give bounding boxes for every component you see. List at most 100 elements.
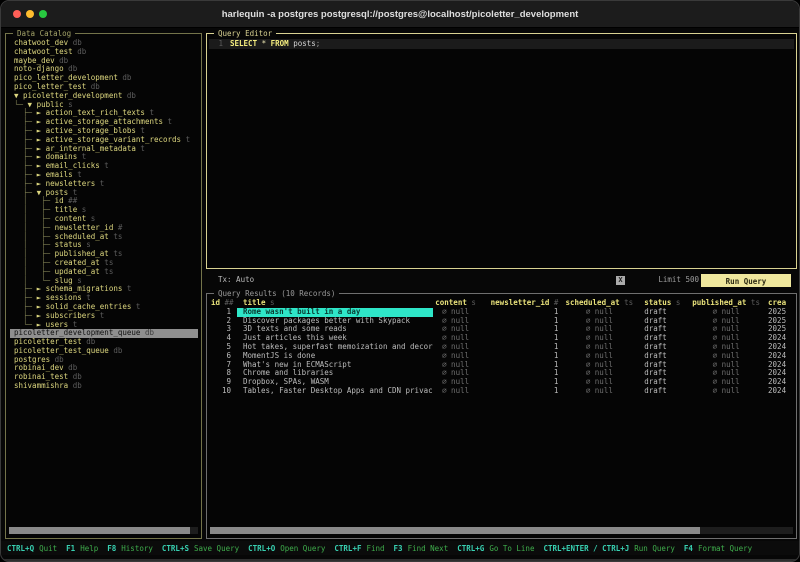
cell[interactable]: ∅ null [564, 308, 640, 317]
results-hscrollbar[interactable] [210, 527, 793, 534]
catalog-hscrollbar-thumb[interactable] [9, 527, 190, 534]
cell[interactable]: draft [640, 343, 690, 352]
cell[interactable]: ∅ null [433, 369, 485, 378]
cell[interactable]: ∅ null [433, 387, 485, 396]
cell[interactable]: 2024 [768, 387, 792, 396]
shortcut-help[interactable]: F1Help [66, 544, 98, 553]
shortcut-format-query[interactable]: F4Format Query [684, 544, 752, 553]
cell[interactable]: 1 [485, 343, 565, 352]
cell[interactable]: 9 [211, 378, 237, 387]
cell[interactable]: 2025 [768, 317, 792, 326]
cell[interactable]: ∅ null [690, 325, 768, 334]
cell[interactable]: MomentJS is done [237, 352, 433, 361]
results-row-4[interactable]: 4Just articles this week∅ null1∅ nulldra… [211, 334, 792, 343]
cell[interactable]: draft [640, 361, 690, 370]
cell[interactable]: Dropbox, SPAs, WASM [237, 378, 433, 387]
chevron-collapsed-icon[interactable]: ► [37, 152, 46, 161]
cell[interactable]: Hot takes, superfast memoization and dec… [237, 343, 433, 352]
cell[interactable]: Tables, Faster Desktop Apps and CDN priv… [237, 387, 433, 396]
shortcut-find-next[interactable]: F3Find Next [394, 544, 449, 553]
cell[interactable]: 1 [485, 369, 565, 378]
column-header-title[interactable]: title s [237, 299, 433, 308]
chevron-collapsed-icon[interactable]: ► [37, 179, 46, 188]
cell[interactable]: Rome wasn't built in a day [237, 308, 433, 317]
minimize-button[interactable] [26, 10, 34, 18]
cell[interactable]: 1 [485, 317, 565, 326]
column-header-content[interactable]: content s [433, 299, 485, 308]
cell[interactable]: 8 [211, 369, 237, 378]
cell[interactable]: 4 [211, 334, 237, 343]
chevron-collapsed-icon[interactable]: ► [37, 126, 46, 135]
run-query-button[interactable]: Run Query [701, 274, 791, 287]
cell[interactable]: 2025 [768, 325, 792, 334]
cell[interactable]: draft [640, 352, 690, 361]
cell[interactable]: 1 [485, 387, 565, 396]
cell[interactable]: ∅ null [564, 352, 640, 361]
cell[interactable]: ∅ null [564, 361, 640, 370]
cell[interactable]: ∅ null [564, 378, 640, 387]
chevron-collapsed-icon[interactable]: ► [37, 284, 46, 293]
chevron-collapsed-icon[interactable]: ► [37, 117, 46, 126]
shortcut-save-query[interactable]: CTRL+SSave Query [162, 544, 239, 553]
column-header-status[interactable]: status s [640, 299, 690, 308]
column-header-scheduled_at[interactable]: scheduled_at ts [564, 299, 640, 308]
cell[interactable]: ∅ null [690, 378, 768, 387]
cell[interactable]: 2024 [768, 352, 792, 361]
cell[interactable]: 1 [485, 361, 565, 370]
cell[interactable]: ∅ null [433, 325, 485, 334]
shortcut-go-to-line[interactable]: CTRL+GGo To Line [457, 544, 534, 553]
cell[interactable]: draft [640, 317, 690, 326]
shortcut-history[interactable]: F8History [107, 544, 153, 553]
limit-label[interactable]: Limit 500 [658, 273, 699, 287]
chevron-collapsed-icon[interactable]: ► [37, 311, 46, 320]
cell[interactable]: 2024 [768, 343, 792, 352]
results-row-1[interactable]: 1Rome wasn't built in a day∅ null1∅ null… [211, 308, 792, 317]
chevron-collapsed-icon[interactable]: ► [37, 320, 46, 329]
cell[interactable]: 7 [211, 361, 237, 370]
cell[interactable]: 2025 [768, 308, 792, 317]
cell[interactable]: Just articles this week [237, 334, 433, 343]
cell[interactable]: ∅ null [690, 361, 768, 370]
cell[interactable]: draft [640, 369, 690, 378]
shortcut-open-query[interactable]: CTRL+OOpen Query [248, 544, 325, 553]
cell[interactable]: 3D texts and some reads [237, 325, 433, 334]
cell[interactable]: ∅ null [433, 361, 485, 370]
cell[interactable]: ∅ null [690, 369, 768, 378]
cell[interactable]: ∅ null [433, 343, 485, 352]
cell[interactable]: ∅ null [564, 387, 640, 396]
cell[interactable]: 1 [485, 325, 565, 334]
cell[interactable]: What's new in ECMAScript [237, 361, 433, 370]
limit-checkbox[interactable]: X [616, 276, 625, 285]
catalog-hscrollbar[interactable] [9, 527, 198, 534]
cell[interactable]: ∅ null [564, 343, 640, 352]
cell[interactable]: 1 [485, 378, 565, 387]
cell[interactable]: ∅ null [690, 343, 768, 352]
cell[interactable]: ∅ null [690, 352, 768, 361]
shortcut-quit[interactable]: CTRL+QQuit [7, 544, 57, 553]
cell[interactable]: 3 [211, 325, 237, 334]
cell[interactable]: ∅ null [564, 369, 640, 378]
cell[interactable]: 2 [211, 317, 237, 326]
column-header-id[interactable]: id ## [211, 299, 237, 308]
cell[interactable]: draft [640, 378, 690, 387]
chevron-collapsed-icon[interactable]: ► [37, 135, 46, 144]
cell[interactable]: draft [640, 325, 690, 334]
cell[interactable]: ∅ null [433, 352, 485, 361]
cell[interactable]: ∅ null [690, 308, 768, 317]
results-row-2[interactable]: 2Discover packages better with Skypack∅ … [211, 317, 792, 326]
cell[interactable]: Chrome and libraries [237, 369, 433, 378]
cell[interactable]: draft [640, 308, 690, 317]
cell[interactable]: ∅ null [690, 317, 768, 326]
results-row-3[interactable]: 33D texts and some reads∅ null1∅ nulldra… [211, 325, 792, 334]
cell[interactable]: ∅ null [433, 308, 485, 317]
cell[interactable]: ∅ null [433, 317, 485, 326]
cell[interactable]: ∅ null [690, 334, 768, 343]
cell[interactable]: 2024 [768, 369, 792, 378]
cell[interactable]: 1 [485, 308, 565, 317]
chevron-collapsed-icon[interactable]: ► [37, 170, 46, 179]
chevron-collapsed-icon[interactable]: ► [37, 293, 46, 302]
cell[interactable]: ∅ null [433, 334, 485, 343]
cell[interactable]: 5 [211, 343, 237, 352]
column-header-crea[interactable]: crea [768, 299, 792, 308]
results-row-9[interactable]: 9Dropbox, SPAs, WASM∅ null1∅ nulldraft∅ … [211, 378, 792, 387]
